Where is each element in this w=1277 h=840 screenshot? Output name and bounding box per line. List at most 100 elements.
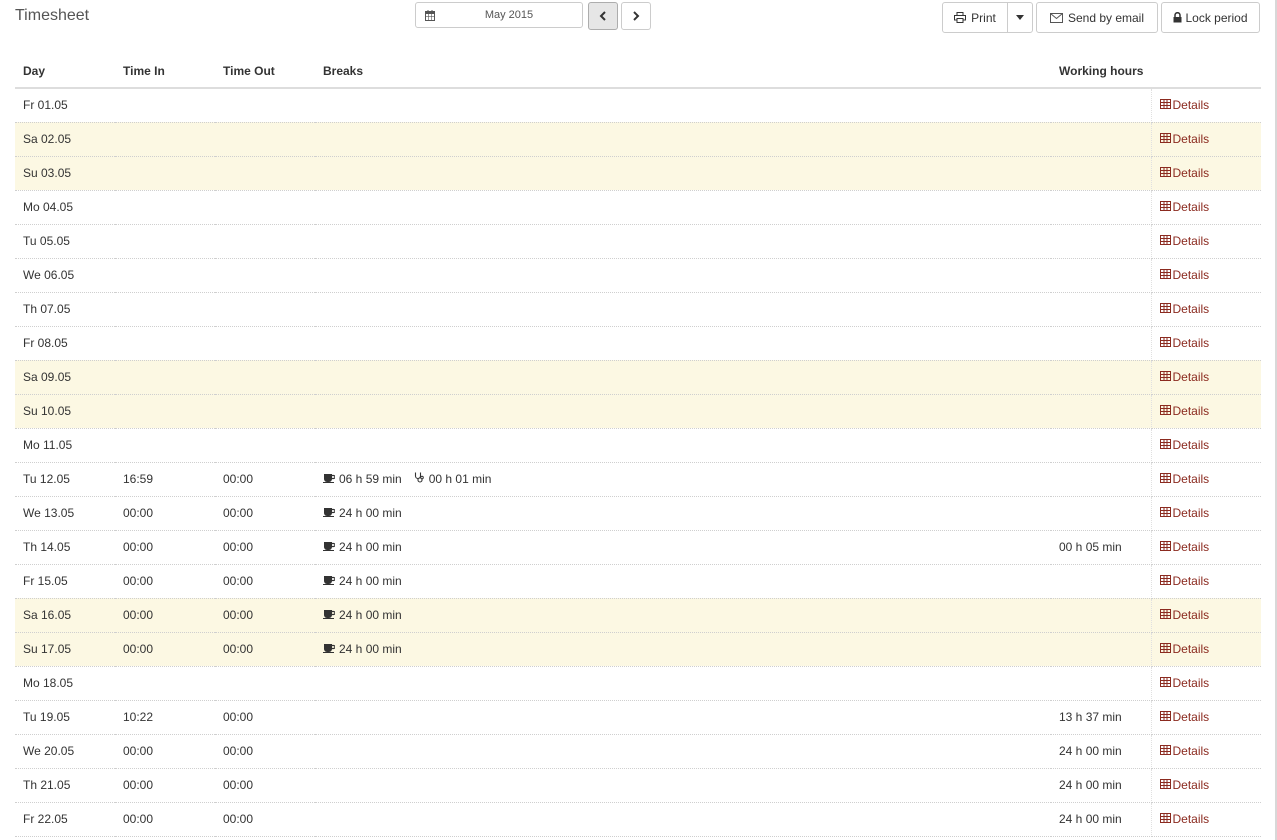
break-entry: 24 h 00 min [323,506,402,520]
details-link[interactable]: Details [1159,302,1210,316]
details-link[interactable]: Details [1159,744,1210,758]
details-label: Details [1172,98,1210,113]
details-label: Details [1172,132,1210,146]
working-hours-cell [1051,156,1152,191]
details-link[interactable]: Details [1159,506,1209,520]
details-cell: Details [1151,156,1261,191]
send-by-email-button[interactable]: Send by email [1036,2,1158,33]
break-duration: 00 h 01 min [428,472,492,486]
details-label: Details [1172,268,1210,282]
table-row: Sa 02.05 Details [15,122,1261,157]
page-title: Timesheet [15,7,90,24]
table-row: We 13.05 00:00 00:00 24 h 00 min Details [15,496,1261,531]
time-in-cell [115,360,215,395]
details-link[interactable]: Details [1159,370,1210,384]
day-cell: Tu 19.05 [15,700,115,735]
lock-period-button[interactable]: Lock period [1161,2,1260,33]
time-out-cell [215,428,315,463]
table-icon [1159,608,1171,622]
previous-period-button[interactable] [588,2,618,30]
period-picker[interactable]: May 2015 [415,2,583,28]
time-out-cell [215,360,315,395]
details-cell: Details [1151,224,1261,259]
working-hours-cell: 00 h 05 min [1051,530,1152,565]
time-out-cell: 00:00 [215,734,315,769]
details-link[interactable]: Details [1159,268,1210,282]
details-link[interactable]: Details [1159,98,1210,113]
day-cell: Su 03.05 [15,156,115,191]
breaks-cell: 24 h 00 min [315,496,1051,531]
details-link[interactable]: Details [1159,166,1209,180]
details-link[interactable]: Details [1159,336,1209,350]
details-label: Details [1172,642,1210,656]
working-hours-cell [1051,394,1152,429]
details-link[interactable]: Details [1159,472,1209,486]
time-in-cell [115,224,215,259]
details-cell: Details [1151,598,1261,633]
table-icon [1159,404,1171,418]
details-label: Details [1172,540,1210,554]
details-link[interactable]: Details [1159,642,1210,656]
working-hours-cell [1051,428,1152,463]
breaks-cell: 24 h 00 min [315,564,1051,599]
working-hours-cell [1051,496,1152,531]
details-link[interactable]: Details [1159,404,1210,418]
time-out-cell: 00:00 [215,462,315,497]
coffee-icon [323,574,336,588]
details-link[interactable]: Details [1159,778,1209,792]
column-header-actions [1151,55,1261,89]
column-header-day: Day [15,55,115,89]
breaks-cell [315,360,1051,395]
next-period-button[interactable] [621,2,651,30]
coffee-icon [323,642,336,656]
working-hours-cell: 24 h 00 min [1051,768,1152,803]
day-cell: Fr 08.05 [15,326,115,361]
break-entry: 24 h 00 min [323,540,402,554]
time-in-cell: 00:00 [115,530,215,565]
details-link[interactable]: Details [1159,608,1209,622]
details-link[interactable]: Details [1159,676,1210,690]
details-cell: Details [1151,802,1261,837]
details-label: Details [1172,404,1210,418]
printer-icon [954,12,967,23]
breaks-cell [315,258,1051,293]
break-entry: 24 h 00 min [323,608,402,622]
breaks-cell [315,768,1051,803]
details-label: Details [1172,676,1210,690]
details-link[interactable]: Details [1159,132,1210,146]
time-out-cell [215,156,315,191]
time-in-cell: 00:00 [115,632,215,667]
break-entry: 24 h 00 min [323,642,402,656]
details-link[interactable]: Details [1159,710,1209,724]
details-label: Details [1172,302,1210,316]
working-hours-cell [1051,462,1152,497]
print-button[interactable]: Print [942,2,1008,33]
lock-period-label: Lock period [1185,10,1248,25]
details-link[interactable]: Details [1159,200,1209,214]
working-hours-cell [1051,666,1152,701]
details-cell: Details [1151,700,1261,735]
break-duration: 06 h 59 min [339,472,402,486]
details-link[interactable]: Details [1159,540,1210,554]
timesheet-table: Day Time In Time Out Breaks Working hour… [15,55,1261,837]
breaks-cell: 24 h 00 min [315,632,1051,667]
details-label: Details [1172,744,1210,758]
day-cell: Fr 15.05 [15,564,115,599]
breaks-cell [315,734,1051,769]
time-out-cell: 00:00 [215,598,315,633]
details-link[interactable]: Details [1159,574,1209,588]
details-link[interactable]: Details [1159,234,1209,248]
calendar-icon [425,10,435,24]
time-out-cell [215,224,315,259]
time-out-cell [215,190,315,225]
details-link[interactable]: Details [1159,438,1209,452]
print-options-dropdown[interactable] [1007,2,1033,33]
details-label: Details [1172,370,1210,384]
breaks-cell: 24 h 00 min [315,598,1051,633]
time-out-cell [215,122,315,157]
working-hours-cell [1051,258,1152,293]
lock-icon [1173,12,1182,23]
details-link[interactable]: Details [1159,812,1209,826]
table-row: Mo 04.05 Details [15,190,1261,225]
column-header-time-out: Time Out [215,55,315,89]
